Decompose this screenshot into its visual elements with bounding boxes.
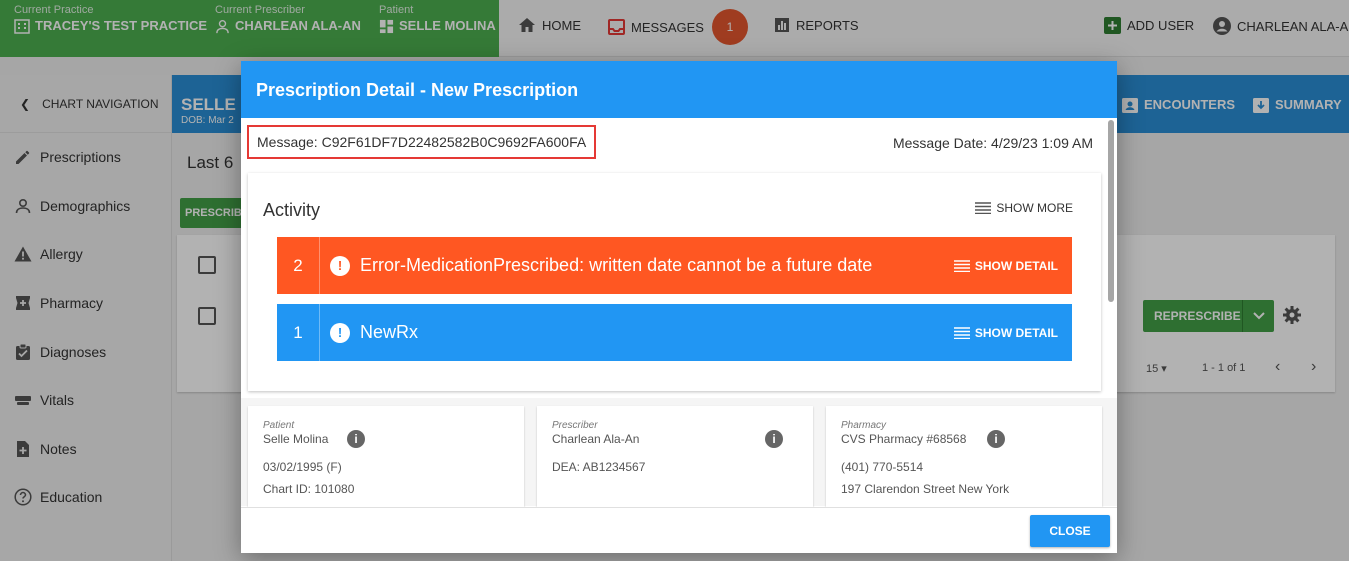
list-icon (975, 202, 992, 214)
prescription-detail-modal: Prescription Detail - New Prescription M… (241, 61, 1117, 553)
modal-title: Prescription Detail - New Prescription (241, 61, 1117, 118)
prescriber-card-name: Charlean Ala-An (552, 432, 640, 446)
activity-title: Activity (263, 200, 321, 220)
show-detail-button[interactable]: SHOW DETAIL (953, 326, 1058, 340)
pharmacy-card-name: CVS Pharmacy #68568 (841, 432, 967, 446)
patient-card-name: Selle Molina (263, 432, 329, 446)
activity-row-error: 2 ! Error-MedicationPrescribed: written … (277, 237, 1072, 294)
info-icon[interactable]: i (765, 430, 783, 448)
info-cards: Patient Selle Molina i 03/02/1995 (F) Ch… (241, 398, 1117, 516)
list-icon (953, 326, 970, 339)
modal-footer: CLOSE (241, 507, 1117, 553)
activity-row-number: 2 (277, 237, 320, 294)
message-date: Message Date: 4/29/23 1:09 AM (892, 135, 1093, 151)
info-icon[interactable]: i (987, 430, 1005, 448)
scrollbar-thumb[interactable] (1108, 120, 1114, 302)
show-more-button[interactable]: SHOW MORE (975, 201, 1073, 215)
activity-row-text: Error-MedicationPrescribed: written date… (360, 255, 873, 275)
list-icon (953, 259, 970, 272)
show-detail-button[interactable]: SHOW DETAIL (953, 259, 1058, 273)
pharmacy-phone: (401) 770-5514 (841, 460, 924, 474)
prescriber-card: Prescriber Charlean Ala-An i DEA: AB1234… (537, 406, 813, 516)
message-id: Message: C92F61DF7D22482582B0C9692FA600F… (247, 125, 597, 159)
patient-card: Patient Selle Molina i 03/02/1995 (F) Ch… (248, 406, 524, 516)
close-button[interactable]: CLOSE (1030, 515, 1110, 547)
patient-dob-gender: 03/02/1995 (F) (263, 460, 342, 474)
prescriber-dea: DEA: AB1234567 (552, 460, 646, 474)
activity-row-newrx: 1 ! NewRx SHOW DETAIL (277, 304, 1072, 361)
info-icon[interactable]: i (347, 430, 365, 448)
alert-icon: ! (330, 255, 350, 276)
activity-row-text: NewRx (360, 322, 419, 342)
activity-card: Activity SHOW MORE 2 ! Error-MedicationP… (248, 173, 1101, 391)
activity-row-number: 1 (277, 304, 320, 361)
pharmacy-card: Pharmacy CVS Pharmacy #68568 i (401) 770… (826, 406, 1102, 516)
alert-icon: ! (330, 322, 350, 343)
patient-chart-id: Chart ID: 101080 (263, 482, 355, 496)
pharmacy-address: 197 Clarendon Street New York (841, 482, 1010, 496)
